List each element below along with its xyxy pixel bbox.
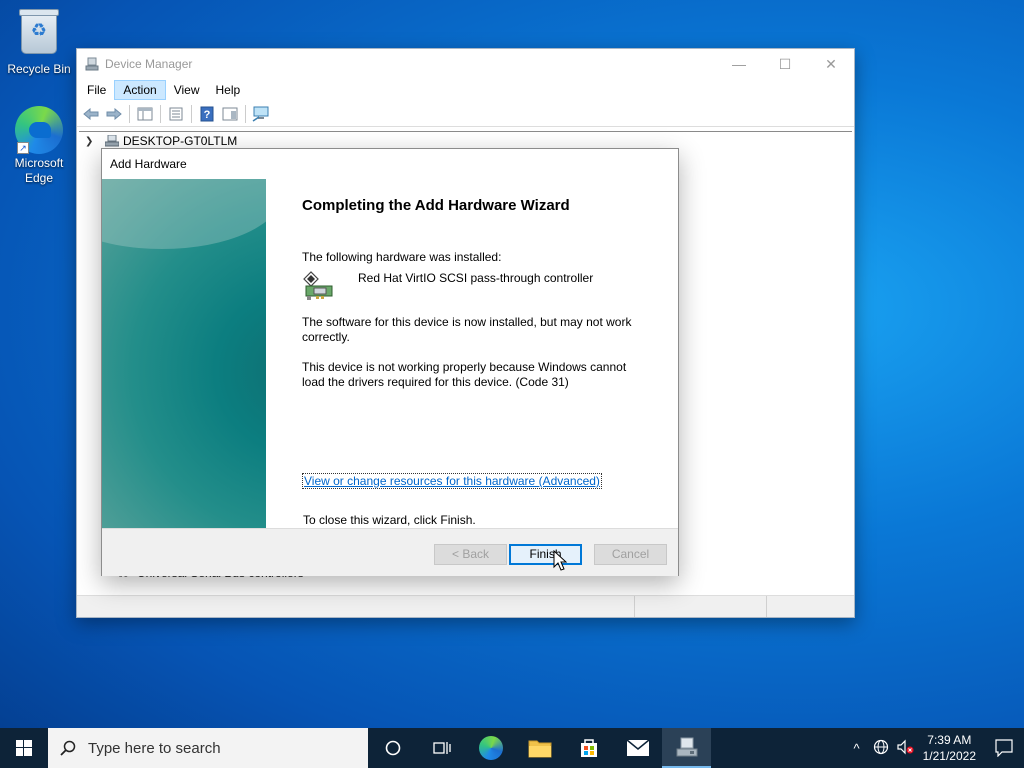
desktop-icon-recycle-bin[interactable]: Recycle Bin	[3, 8, 75, 77]
system-tray: ^ 7:39 AM 1/21/2022	[845, 728, 1024, 768]
start-button[interactable]	[0, 728, 48, 768]
close-button[interactable]: ✕	[808, 49, 854, 79]
software-status-text: The software for this device is now inst…	[302, 315, 632, 344]
svg-text:?: ?	[204, 109, 211, 121]
taskbar-search-box[interactable]: Type here to search	[48, 728, 368, 768]
wizard-side-banner	[102, 179, 266, 528]
task-view-icon	[432, 742, 451, 754]
taskbar-clock[interactable]: 7:39 AM 1/21/2022	[923, 732, 976, 764]
toolbar: ?	[77, 101, 854, 127]
desktop-icon-microsoft-edge[interactable]: ↗ Microsoft Edge	[3, 106, 75, 186]
back-button[interactable]: < Back	[434, 544, 507, 565]
menu-view[interactable]: View	[166, 81, 208, 99]
chevron-down-icon[interactable]: ❯	[85, 136, 99, 147]
computer-icon	[105, 135, 119, 147]
clock-time: 7:39 AM	[927, 733, 972, 747]
minimize-button[interactable]: —	[716, 49, 762, 79]
menu-bar: File Action View Help	[77, 79, 854, 101]
error-status-text: This device is not working properly beca…	[302, 360, 627, 389]
taskbar: Type here to search ^ 7:39 AM 1/21/2022	[0, 728, 1024, 768]
volume-muted-icon[interactable]	[893, 739, 917, 758]
file-explorer-icon	[528, 740, 551, 758]
shortcut-arrow-icon: ↗	[17, 142, 29, 154]
notification-icon	[995, 739, 1013, 757]
forward-arrow-icon[interactable]	[104, 104, 124, 124]
close-hint-text: To close this wizard, click Finish.	[303, 513, 476, 527]
cancel-button[interactable]: Cancel	[594, 544, 667, 565]
finish-button[interactable]: Finish	[509, 544, 582, 565]
clock-date: 1/21/2022	[922, 749, 976, 763]
search-icon	[60, 740, 76, 756]
task-view-button[interactable]	[417, 728, 466, 768]
mouse-cursor-icon	[553, 550, 567, 571]
add-hardware-dialog: Add Hardware Completing the Add Hardware…	[101, 148, 679, 576]
properties-icon[interactable]	[166, 104, 186, 124]
dialog-content: Completing the Add Hardware Wizard The f…	[302, 179, 652, 390]
desktop-icon-label: Microsoft Edge	[14, 156, 64, 185]
cortana-button[interactable]	[368, 728, 417, 768]
taskbar-file-explorer[interactable]	[515, 728, 564, 768]
wizard-heading: Completing the Add Hardware Wizard	[302, 197, 570, 214]
taskbar-device-manager[interactable]	[662, 728, 711, 768]
action-pane-icon[interactable]	[220, 104, 240, 124]
desktop-icon-label: Recycle Bin	[7, 62, 71, 76]
installed-device-row: Red Hat VirtIO SCSI pass-through control…	[302, 271, 652, 303]
installed-device-name: Red Hat VirtIO SCSI pass-through control…	[358, 271, 594, 285]
dialog-footer: < Back Finish Cancel	[102, 528, 678, 576]
menu-help[interactable]: Help	[208, 81, 249, 99]
maximize-button[interactable]: ☐	[762, 49, 808, 79]
window-title: Device Manager	[105, 57, 193, 71]
device-manager-icon	[85, 57, 99, 71]
menu-action[interactable]: Action	[114, 80, 166, 100]
scan-hardware-icon[interactable]	[251, 104, 271, 124]
back-arrow-icon[interactable]	[81, 104, 101, 124]
dialog-title[interactable]: Add Hardware	[102, 149, 678, 179]
advanced-resources-link[interactable]: View or change resources for this hardwa…	[302, 473, 602, 489]
search-placeholder: Type here to search	[88, 739, 221, 757]
tree-root-label: DESKTOP-GT0LTLM	[123, 134, 238, 148]
edge-icon: ↗	[15, 106, 63, 154]
taskbar-store[interactable]	[564, 728, 613, 768]
help-icon[interactable]: ?	[197, 104, 217, 124]
cortana-icon	[385, 740, 400, 756]
mail-icon	[626, 739, 649, 756]
installed-label: The following hardware was installed:	[302, 250, 502, 264]
status-bar	[77, 595, 854, 617]
chevron-up-icon[interactable]: ^	[845, 741, 869, 756]
taskbar-mail[interactable]	[613, 728, 662, 768]
device-manager-icon	[676, 737, 697, 757]
menu-file[interactable]: File	[79, 81, 114, 99]
recycle-bin-icon	[15, 9, 63, 60]
edge-icon	[478, 736, 503, 760]
store-icon	[580, 739, 597, 757]
show-hide-console-tree-icon[interactable]	[135, 104, 155, 124]
tree-root-node[interactable]: ❯ DESKTOP-GT0LTLM	[85, 134, 237, 148]
network-icon[interactable]	[869, 739, 893, 758]
notification-center-button[interactable]	[984, 728, 1024, 768]
taskbar-edge[interactable]	[466, 728, 515, 768]
title-bar[interactable]: Device Manager — ☐ ✕	[77, 49, 854, 79]
windows-logo-icon	[16, 740, 32, 756]
storage-controller-icon	[303, 271, 333, 300]
